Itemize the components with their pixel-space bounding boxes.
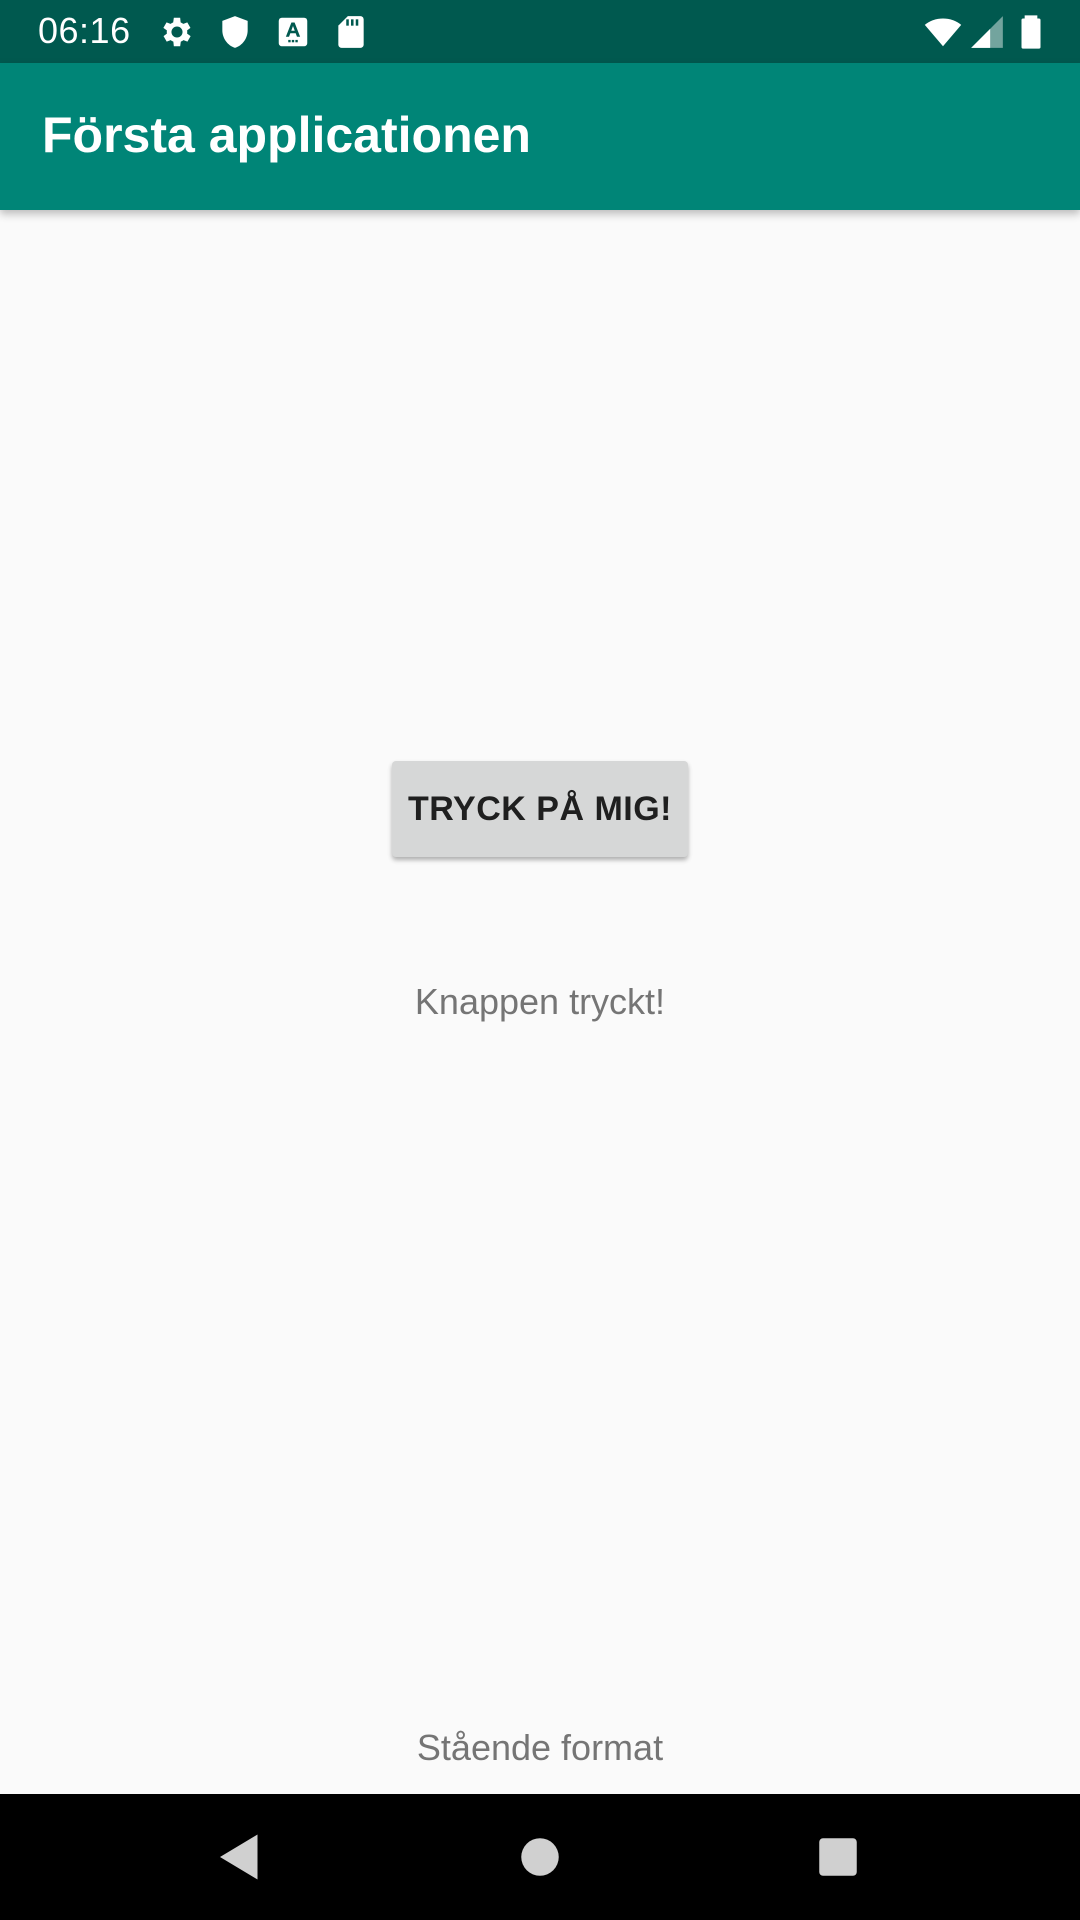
press-me-button[interactable]: TRYCK PÅ MIG! — [392, 761, 688, 857]
battery-icon — [1012, 13, 1050, 51]
status-time: 06:16 — [38, 10, 131, 51]
shield-icon — [216, 13, 254, 51]
settings-icon — [158, 13, 196, 51]
recents-icon[interactable] — [808, 1827, 868, 1887]
status-bar: 06:16 — [0, 0, 1080, 63]
screen: 06:16 Första applicationen TRYCK PÅ MIG!… — [0, 0, 1080, 1920]
app-bar: Första applicationen — [0, 63, 1080, 210]
orientation-text: Stående format — [416, 1727, 664, 1768]
result-text: Knappen tryckt! — [414, 981, 666, 1022]
sd-card-icon — [332, 13, 370, 51]
accessibility-a-icon — [274, 13, 312, 51]
navigation-bar — [0, 1794, 1080, 1920]
home-icon[interactable] — [510, 1827, 570, 1887]
app-title: Första applicationen — [42, 107, 531, 163]
cell-signal-icon — [968, 13, 1006, 51]
back-icon[interactable] — [210, 1827, 270, 1887]
wifi-icon — [922, 13, 964, 51]
